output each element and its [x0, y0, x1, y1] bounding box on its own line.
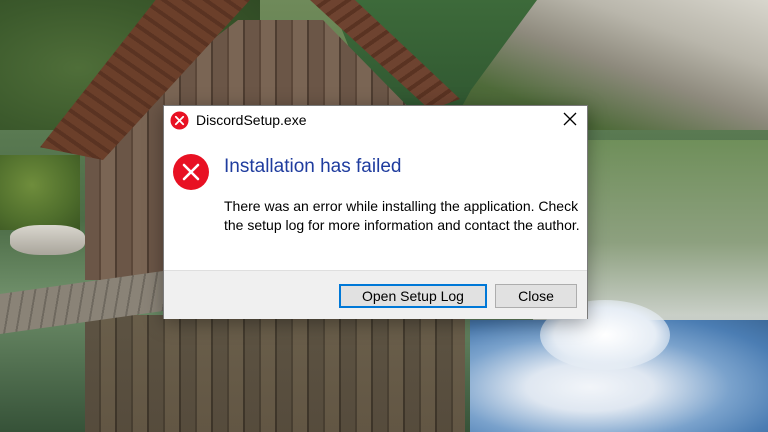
wallpaper-boathouse-reflection — [85, 315, 465, 432]
dialog-message: There was an error while installing the … — [224, 198, 580, 233]
close-icon — [563, 112, 577, 131]
close-dialog-button[interactable]: Close — [495, 284, 577, 308]
dialog-title: DiscordSetup.exe — [196, 112, 307, 128]
dialog-content: Installation has failed There was an err… — [164, 136, 587, 271]
dialog-footer: Open Setup Log Close — [164, 270, 587, 319]
error-icon — [170, 111, 189, 130]
close-button[interactable] — [553, 106, 587, 136]
error-dialog: DiscordSetup.exe Installation has failed… — [163, 105, 588, 319]
dialog-heading: Installation has failed — [224, 156, 402, 177]
dialog-titlebar[interactable]: DiscordSetup.exe — [164, 106, 587, 136]
error-icon — [172, 153, 210, 191]
open-setup-log-button[interactable]: Open Setup Log — [339, 284, 487, 308]
